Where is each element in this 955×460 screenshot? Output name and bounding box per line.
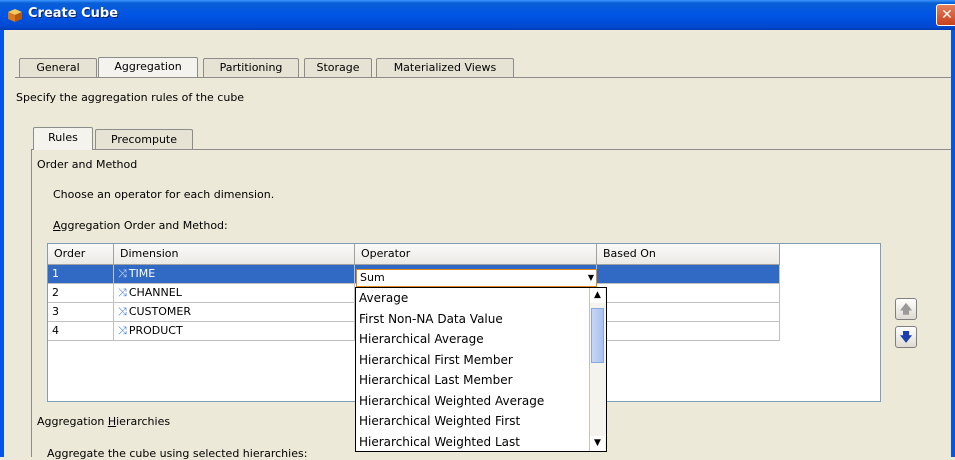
cell-order: 1 [48,265,114,284]
hierarchies-title-mnemonic: H [107,415,117,428]
dimension-name: TIME [128,267,156,280]
table-header: Order Dimension Operator Based On [48,244,780,265]
scroll-down-arrow-icon[interactable]: ▼ [590,436,605,451]
cell-based-on [597,265,780,284]
move-down-icon: 🡇 [899,330,913,344]
cell-based-on [597,322,780,341]
instruction-text: Choose an operator for each dimension. [53,188,275,201]
title-bar: Create Cube ✕ [0,0,955,30]
dimension-icon: ⤨ [118,324,127,337]
cell-dimension: ⤨ TIME [114,265,355,284]
table-label: Aggregation Order and Method: [53,219,228,232]
dropdown-option[interactable]: Hierarchical Average [356,329,606,350]
tab-strip-divider [15,77,951,78]
dropdown-option[interactable]: Hierarchical Weighted Last [356,432,606,453]
dropdown-option[interactable]: Average [356,288,606,309]
cell-order: 3 [48,303,114,322]
dimension-name: CHANNEL [128,286,182,299]
cell-dimension: ⤨ PRODUCT [114,322,355,341]
window-frame-left [0,30,4,457]
tab-materialized-views[interactable]: Materialized Views [376,58,514,77]
dimension-icon: ⤨ [118,286,127,299]
hierarchies-title-rest: ierarchies [116,415,171,428]
move-up-button[interactable]: 🡅 [895,298,917,320]
cell-based-on [597,303,780,322]
section-title-order-method: Order and Method [37,158,138,171]
table-label-rest: ggregation Order and Method: [60,219,228,232]
dropdown-option[interactable]: First Non-NA Data Value [356,309,606,330]
cube-app-icon [8,9,22,22]
dropdown-option[interactable]: Hierarchical First Member [356,350,606,371]
dimension-icon: ⤨ [118,267,127,280]
dropdown-option[interactable]: Hierarchical Weighted First [356,411,606,432]
window-frame-right [951,30,955,457]
table-label-mnemonic: A [53,219,61,232]
tab-rules[interactable]: Rules [33,127,93,150]
tab-aggregation[interactable]: Aggregation [98,57,198,78]
column-header-dimension[interactable]: Dimension [114,244,355,265]
dimension-name: CUSTOMER [128,305,191,318]
window-title: Create Cube [28,6,119,21]
dropdown-option[interactable]: Hierarchical Weighted Average [356,391,606,412]
tab-storage[interactable]: Storage [304,58,372,77]
operator-combo[interactable]: Sum ▼ [356,269,597,287]
cell-dimension: ⤨ CUSTOMER [114,303,355,322]
dimension-name: PRODUCT [128,324,183,337]
move-up-icon: 🡅 [899,302,913,316]
scrollbar-thumb[interactable] [591,308,604,363]
hierarchies-title-prefix: Aggregation [37,415,108,428]
column-header-order[interactable]: Order [48,244,114,265]
column-header-based-on[interactable]: Based On [597,244,780,265]
dimension-icon: ⤨ [118,305,127,318]
scroll-up-arrow-icon[interactable]: ▲ [590,288,605,303]
cell-order: 4 [48,322,114,341]
dropdown-scrollbar[interactable]: ▲ ▼ [589,288,606,451]
column-header-operator[interactable]: Operator [355,244,597,265]
tab-precompute[interactable]: Precompute [95,129,193,149]
cell-order: 2 [48,284,114,303]
chevron-down-icon[interactable]: ▼ [588,270,594,286]
section-title-hierarchies: Aggregation Hierarchies [37,415,170,428]
operator-combo-value: Sum [360,271,385,284]
move-down-button[interactable]: 🡇 [895,326,917,348]
tab-partitioning[interactable]: Partitioning [203,58,299,77]
cell-dimension: ⤨ CHANNEL [114,284,355,303]
close-button[interactable]: ✕ [936,4,955,26]
page-description: Specify the aggregation rules of the cub… [16,91,245,104]
hierarchies-instruction: Aggregate the cube using selected hierar… [47,447,308,460]
cell-based-on [597,284,780,303]
dropdown-option[interactable]: Hierarchical Last Member [356,370,606,391]
tab-general[interactable]: General [19,58,97,77]
operator-dropdown-list[interactable]: Average First Non-NA Data Value Hierarch… [355,287,607,452]
